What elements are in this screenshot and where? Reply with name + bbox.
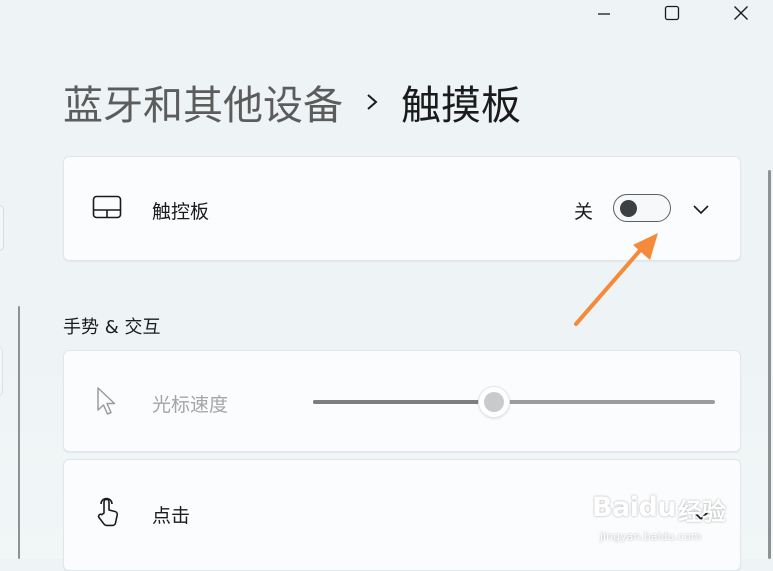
page-title: 触摸板 xyxy=(401,83,521,129)
breadcrumb: 蓝牙和其他设备 触摸板 xyxy=(63,72,521,132)
tap-label: 点击 xyxy=(152,505,191,527)
breadcrumb-parent-link[interactable]: 蓝牙和其他设备 xyxy=(63,73,343,131)
toggle-knob xyxy=(620,200,637,217)
touchpad-toggle[interactable] xyxy=(613,194,671,222)
cursor-speed-card: 光标速度 xyxy=(63,350,741,452)
touchpad-card[interactable]: 触控板 关 xyxy=(63,156,741,261)
section-header-gestures: 手势 & 交互 xyxy=(63,317,161,338)
nav-search-box-edge xyxy=(0,205,4,251)
cursor-speed-slider[interactable] xyxy=(313,387,715,417)
minimize-button[interactable] xyxy=(581,0,627,26)
toggle-state-label: 关 xyxy=(574,201,594,223)
chevron-right-icon xyxy=(365,91,379,113)
watermark: Baidu 经验 jingyan.baidu.com xyxy=(592,478,732,548)
touchpad-label: 触控板 xyxy=(152,201,210,223)
title-bar xyxy=(0,0,773,26)
maximize-icon xyxy=(664,5,680,21)
watermark-jingyan: 经验 xyxy=(678,498,726,526)
chevron-down-icon[interactable] xyxy=(692,201,710,220)
watermark-url: jingyan.baidu.com xyxy=(600,530,702,543)
watermark-brand: Baidu xyxy=(592,492,677,523)
tap-hand-icon xyxy=(94,496,122,532)
pointer-icon xyxy=(96,386,118,420)
minimize-icon xyxy=(598,13,610,15)
touchpad-icon xyxy=(92,195,122,223)
slider-thumb[interactable] xyxy=(478,387,509,417)
nav-scrollbar[interactable] xyxy=(18,306,20,559)
nav-selected-item-edge xyxy=(0,346,3,396)
maximize-button[interactable] xyxy=(649,0,695,26)
slider-fill xyxy=(313,400,494,404)
cursor-speed-label: 光标速度 xyxy=(152,394,229,416)
content-scrollbar[interactable] xyxy=(768,170,771,559)
close-button[interactable] xyxy=(718,0,764,26)
close-icon xyxy=(734,6,748,20)
